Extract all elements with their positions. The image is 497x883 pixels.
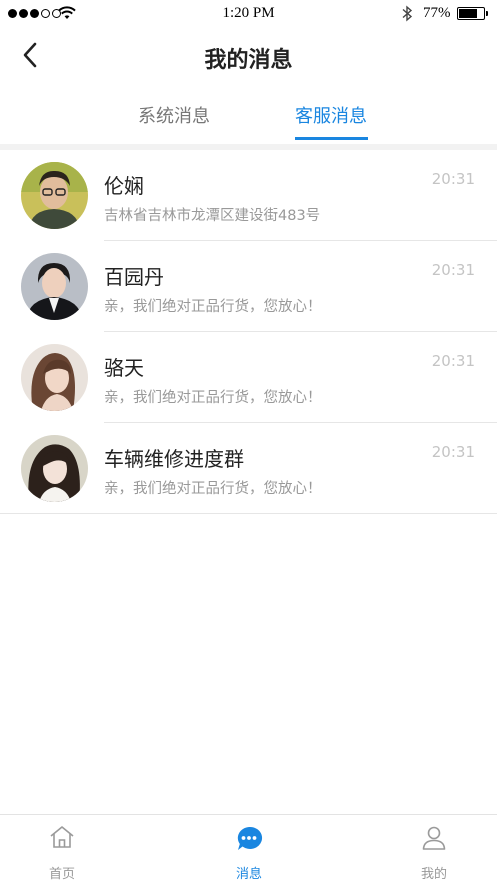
- conversation-last-message: 亲，我们绝对正品行货，您放心！: [104, 299, 322, 315]
- tabbar-item-home[interactable]: 首页: [22, 815, 102, 883]
- conversation-name: 车辆维修进度群: [104, 447, 244, 471]
- tabbar-label: 首页: [48, 867, 75, 882]
- bluetooth-icon: [401, 5, 413, 26]
- conversation-name: 伦娴: [104, 174, 144, 198]
- avatar: [21, 253, 88, 320]
- tab-system-messages[interactable]: 系统消息: [138, 102, 210, 128]
- avatar: [21, 344, 88, 411]
- tabbar-item-profile[interactable]: 我的: [394, 815, 474, 883]
- status-bar: 1:20 PM 77%: [0, 0, 497, 28]
- avatar: [21, 162, 88, 229]
- bottom-tab-bar: 首页 消息 我的: [0, 814, 497, 883]
- home-icon: [50, 826, 74, 848]
- conversation-time: 20:31: [431, 261, 475, 279]
- active-tab-indicator: [295, 137, 368, 140]
- message-tabs: 系统消息 客服消息: [0, 84, 497, 144]
- conversation-name: 百园丹: [104, 265, 164, 289]
- conversation-list: 伦娴 吉林省吉林市龙潭区建设街483号 20:31 百园丹 亲，我们绝对正品行货…: [0, 150, 497, 514]
- battery-fill: [459, 9, 477, 18]
- conversation-last-message: 吉林省吉林市龙潭区建设街483号: [104, 208, 321, 224]
- conversation-last-message: 亲，我们绝对正品行货，您放心！: [104, 481, 322, 497]
- conversation-time: 20:31: [431, 170, 475, 188]
- conversation-time: 20:31: [431, 443, 475, 461]
- battery-icon: [457, 7, 488, 20]
- conversation-time: 20:31: [431, 352, 475, 370]
- tabbar-label: 我的: [420, 867, 447, 882]
- tabbar-label: 消息: [235, 867, 262, 882]
- conversation-last-message: 亲，我们绝对正品行货，您放心！: [104, 390, 322, 406]
- message-bubble-icon: [237, 826, 263, 850]
- tabbar-item-messages[interactable]: 消息: [209, 815, 289, 883]
- conversation-item[interactable]: 车辆维修进度群 亲，我们绝对正品行货，您放心！ 20:31: [0, 423, 497, 514]
- conversation-item[interactable]: 伦娴 吉林省吉林市龙潭区建设街483号 20:31: [0, 150, 497, 241]
- avatar: [21, 435, 88, 502]
- conversation-item[interactable]: 百园丹 亲，我们绝对正品行货，您放心！ 20:31: [0, 241, 497, 332]
- battery-percentage: 77%: [423, 5, 451, 21]
- page-title: 我的消息: [204, 48, 293, 73]
- tab-customer-service-messages[interactable]: 客服消息: [295, 102, 367, 128]
- user-icon: [422, 826, 446, 850]
- conversation-item[interactable]: 骆天 亲，我们绝对正品行货，您放心！ 20:31: [0, 332, 497, 423]
- navigation-bar: 我的消息: [0, 28, 497, 84]
- conversation-name: 骆天: [104, 356, 144, 380]
